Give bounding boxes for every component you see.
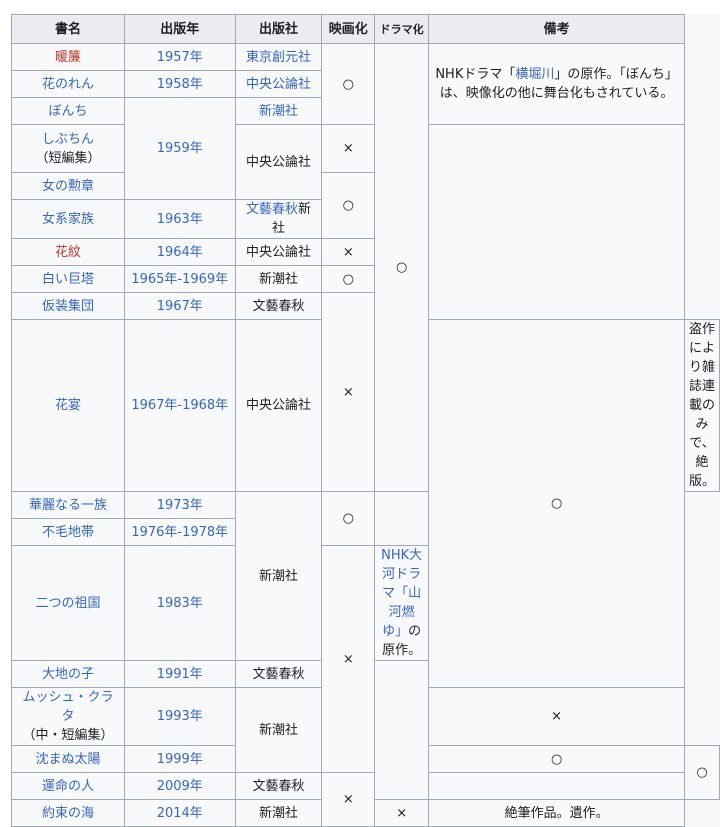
film-cell: ○ [428, 745, 685, 773]
note-cell: 盗作により雑誌連載のみで、絶版。 [684, 319, 720, 492]
publisher: 文藝春秋 [234, 292, 323, 320]
publisher: 文藝春秋 [234, 772, 323, 800]
book-title[interactable]: ぼんち [11, 97, 125, 125]
publisher: 中央公論社 [234, 124, 323, 200]
book-title[interactable]: 白い巨塔 [11, 265, 125, 293]
publisher[interactable]: 新潮社 [234, 97, 323, 125]
book-title[interactable]: 不毛地帯 [11, 518, 125, 546]
book-title[interactable]: 花紋 [11, 238, 125, 266]
publish-year[interactable]: 1993年 [123, 687, 236, 746]
publisher[interactable]: 中央公論社 [234, 70, 323, 98]
publish-year[interactable]: 1976年-1978年 [123, 518, 236, 546]
note-cell-empty [374, 660, 430, 800]
publish-year[interactable]: 2014年 [123, 799, 236, 827]
film-cell: × [321, 292, 376, 492]
film-cell: × [321, 772, 376, 827]
note-cell-empty [428, 124, 685, 320]
header-drama[interactable]: ドラマ化 [374, 14, 430, 44]
publisher[interactable]: 文藝春秋新社 [234, 199, 323, 239]
note-cell: NHK大河ドラマ「山河燃ゆ」の原作。 [374, 545, 430, 661]
publish-year[interactable]: 2009年 [123, 772, 236, 800]
publish-year[interactable]: 1983年 [123, 545, 236, 661]
book-title[interactable]: 女の勲章 [11, 172, 125, 200]
note-cell: 絶筆作品。遺作。 [428, 799, 685, 827]
works-table: 書名 出版年 出版社 映画化 ドラマ化 備考 暖簾 1957年 東京創元社 ○ … [11, 14, 720, 827]
book-title[interactable]: しぶちん （短編集） [11, 124, 125, 173]
book-title[interactable]: 運命の人 [11, 772, 125, 800]
film-cell: ○ [321, 43, 376, 125]
publish-year[interactable]: 1958年 [123, 70, 236, 98]
drama-cell: × [428, 687, 685, 746]
book-title[interactable]: 華麗なる一族 [11, 491, 125, 519]
book-title[interactable]: 花のれん [11, 70, 125, 98]
note-cell-empty [374, 491, 430, 546]
publish-year[interactable]: 1957年 [123, 43, 236, 71]
publish-year[interactable]: 1964年 [123, 238, 236, 266]
drama-cell: ○ [374, 43, 430, 492]
book-title[interactable]: 二つの祖国 [11, 545, 125, 661]
publisher: 新潮社 [234, 265, 323, 293]
publisher[interactable]: 東京創元社 [234, 43, 323, 71]
header-notes[interactable]: 備考 [428, 14, 685, 44]
header-publisher[interactable]: 出版社 [234, 14, 323, 44]
header-row: 書名 出版年 出版社 映画化 ドラマ化 備考 [11, 14, 720, 44]
drama-cell: × [374, 799, 430, 827]
publisher: 中央公論社 [234, 319, 323, 492]
publish-year[interactable]: 1991年 [123, 660, 236, 688]
table-row: 暖簾 1957年 東京創元社 ○ ○ NHKドラマ「横堀川」の原作。「ぼんち」は… [11, 43, 720, 492]
book-title[interactable]: 花宴 [11, 319, 125, 492]
table-row: 運命の人 2009年 文藝春秋 × [11, 772, 720, 827]
book-title[interactable]: 女系家族 [11, 199, 125, 239]
publisher: 新潮社 [234, 687, 323, 773]
drama-cell: ○ [684, 745, 720, 800]
film-cell: × [321, 238, 376, 266]
works-table-container: 書名 出版年 出版社 映画化 ドラマ化 備考 暖簾 1957年 東京創元社 ○ … [11, 14, 720, 827]
film-cell: ○ [321, 172, 376, 239]
drama-cell: ○ [428, 319, 685, 688]
table-row: しぶちん （短編集） 中央公論社 × [11, 124, 720, 320]
header-year[interactable]: 出版年 [123, 14, 236, 44]
publisher: 中央公論社 [234, 238, 323, 266]
note-link[interactable]: 横堀川 [515, 67, 554, 82]
film-cell: ○ [321, 491, 376, 546]
publisher: 新潮社 [234, 799, 323, 827]
book-title[interactable]: ムッシュ・クラタ （中・短編集） [11, 687, 125, 746]
header-film[interactable]: 映画化 [321, 14, 376, 44]
note-cell: NHKドラマ「横堀川」の原作。「ぼんち」は、映像化の他に舞台化もされている。 [428, 43, 685, 125]
book-title[interactable]: 大地の子 [11, 660, 125, 688]
publish-year[interactable]: 1963年 [123, 199, 236, 239]
film-cell: × [321, 545, 376, 773]
header-title[interactable]: 書名 [11, 14, 125, 44]
publisher: 文藝春秋 [234, 660, 323, 688]
book-title[interactable]: 沈まぬ太陽 [11, 745, 125, 773]
publish-year[interactable]: 1959年 [123, 97, 236, 200]
publish-year[interactable]: 1973年 [123, 491, 236, 519]
book-title[interactable]: 暖簾 [11, 43, 125, 71]
publish-year[interactable]: 1965年-1969年 [123, 265, 236, 293]
film-cell: ○ [321, 265, 376, 293]
publish-year[interactable]: 1967年 [123, 292, 236, 320]
publish-year[interactable]: 1967年-1968年 [123, 319, 236, 492]
book-title[interactable]: 約束の海 [11, 799, 125, 827]
publish-year[interactable]: 1999年 [123, 745, 236, 773]
book-title[interactable]: 仮装集団 [11, 292, 125, 320]
publisher: 新潮社 [234, 491, 323, 661]
film-cell: × [321, 124, 376, 173]
